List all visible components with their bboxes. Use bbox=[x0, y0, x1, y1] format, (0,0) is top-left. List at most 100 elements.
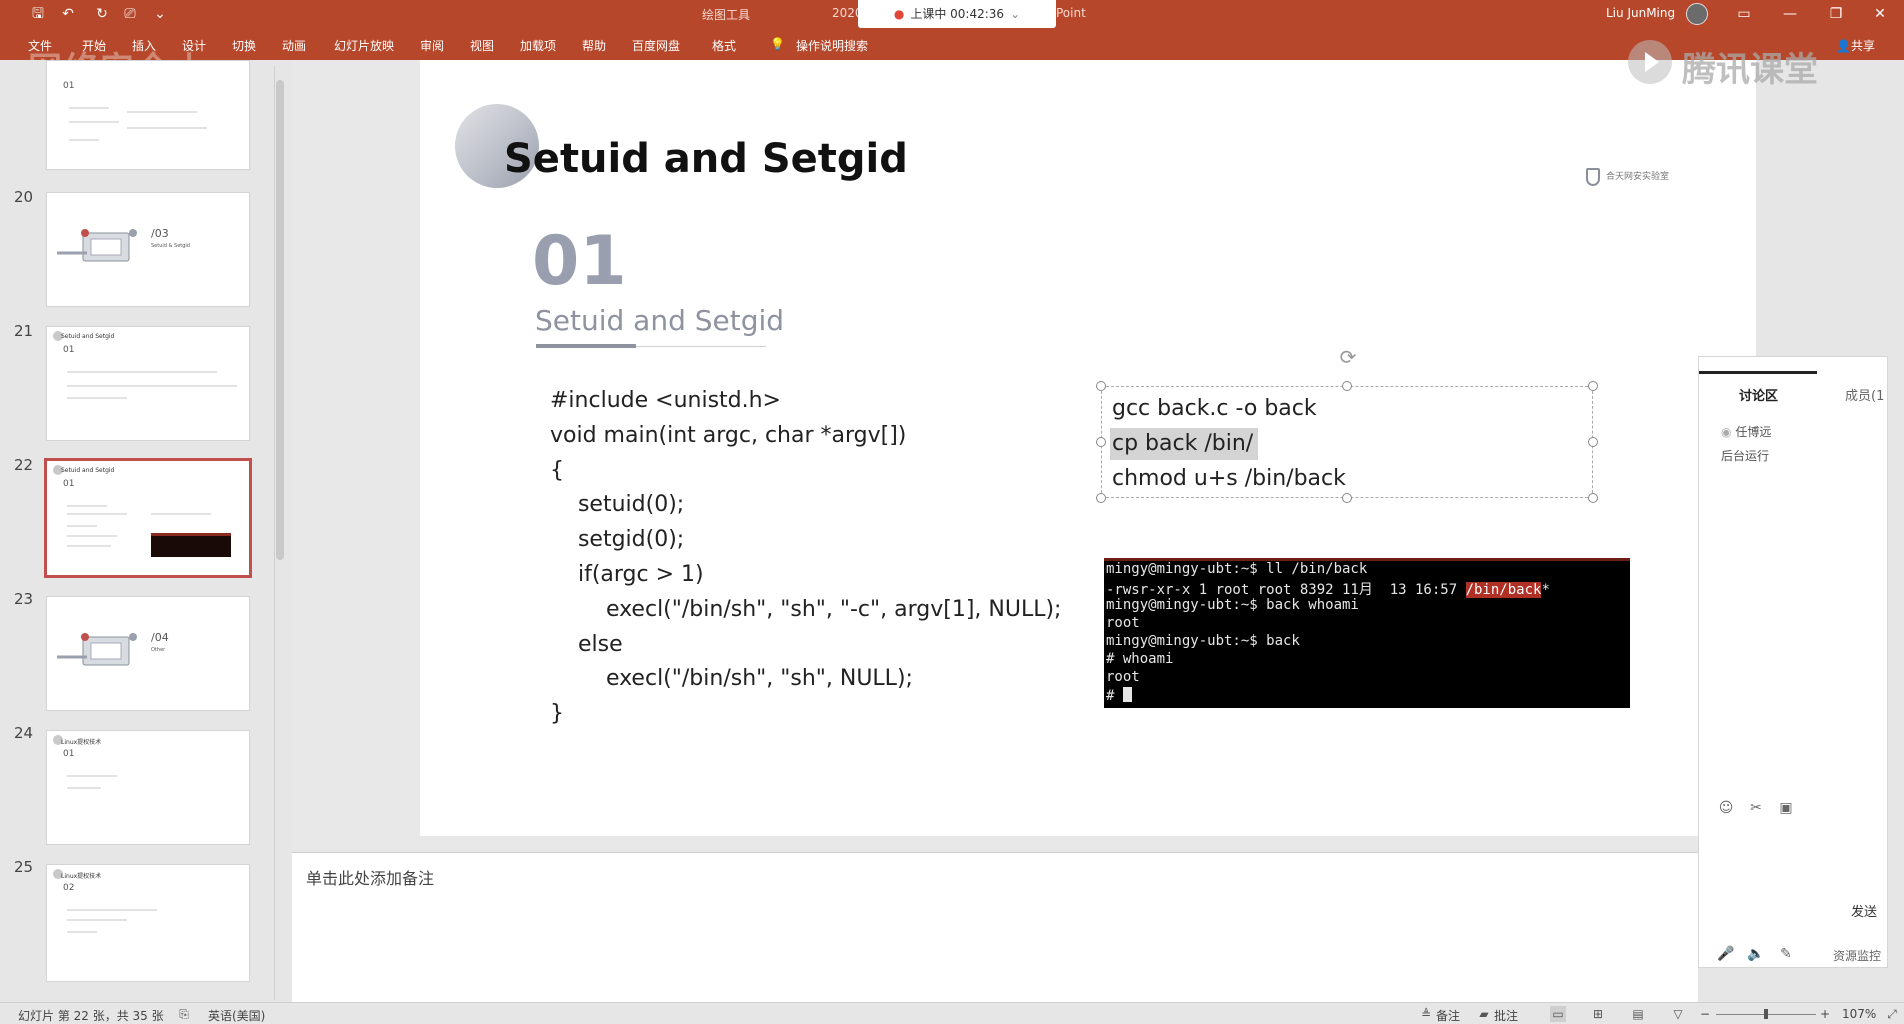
thumb-section-number: 02 bbox=[63, 883, 75, 893]
microphone-icon[interactable]: 🎤 bbox=[1717, 945, 1735, 963]
customize-qat-icon[interactable]: ⌄ bbox=[150, 4, 170, 24]
tab-format[interactable]: 格式 bbox=[712, 37, 736, 54]
tab-discussion[interactable]: 讨论区 bbox=[1739, 385, 1778, 404]
tab-slideshow[interactable]: 幻灯片放映 bbox=[334, 37, 394, 54]
slide-title[interactable]: Setuid and Setgid bbox=[504, 136, 908, 182]
thumb-caption: Other bbox=[151, 647, 166, 653]
thumbnail-scrollbar-thumb[interactable] bbox=[276, 80, 284, 560]
section-number[interactable]: 01 bbox=[532, 222, 627, 301]
zoom-in-button[interactable]: + bbox=[1820, 1007, 1830, 1021]
thumb-section-number: 01 bbox=[63, 479, 75, 489]
chevron-down-icon: ⌄ bbox=[1010, 7, 1021, 21]
thumb-text-line bbox=[67, 931, 97, 933]
maximize-button[interactable]: ❐ bbox=[1824, 2, 1848, 26]
terminal-ls-output: -rwsr-xr-x 1 root root 8392 11月 13 16:57 bbox=[1106, 582, 1466, 598]
slide-thumbnail-23[interactable]: /04 Other bbox=[46, 596, 250, 711]
slide-thumbnail-21[interactable]: Setuid and Setgid 01 bbox=[46, 326, 250, 441]
resize-handle[interactable] bbox=[1588, 381, 1598, 391]
command-line: gcc back.c -o back bbox=[1112, 396, 1317, 421]
ribbon-display-options-icon[interactable]: ▭ bbox=[1732, 2, 1756, 26]
scissors-icon[interactable]: ✂ bbox=[1747, 799, 1765, 817]
code-line: { bbox=[550, 458, 564, 483]
code-line: if(argc > 1) bbox=[550, 562, 704, 587]
comments-toggle[interactable]: 批注 bbox=[1494, 1007, 1518, 1024]
resize-handle[interactable] bbox=[1342, 381, 1352, 391]
present-from-start-icon[interactable]: ⎚ bbox=[120, 4, 140, 24]
thumb-text-line bbox=[67, 505, 107, 507]
message-user-name: 任博远 bbox=[1735, 425, 1772, 439]
minimize-button[interactable]: — bbox=[1778, 2, 1802, 26]
avatar[interactable] bbox=[1686, 3, 1708, 25]
resize-handle[interactable] bbox=[1096, 493, 1106, 503]
thumb-text-line bbox=[127, 127, 207, 129]
send-button[interactable]: 发送 bbox=[1851, 901, 1877, 920]
tab-baidu-netdisk[interactable]: 百度网盘 bbox=[632, 37, 680, 54]
share-button[interactable]: 👤共享 bbox=[1836, 37, 1875, 54]
image-icon[interactable]: ▣ bbox=[1777, 799, 1795, 817]
close-button[interactable]: ✕ bbox=[1868, 2, 1892, 26]
thumb-text-line bbox=[67, 909, 157, 911]
thumb-text-line bbox=[127, 111, 197, 113]
speaker-icon[interactable]: 🔈 bbox=[1747, 945, 1765, 963]
lab-logo: 合天网安实验室 bbox=[1586, 166, 1686, 190]
notes-pane[interactable]: 单击此处添加备注 bbox=[292, 852, 1698, 1002]
spellcheck-icon[interactable]: ⎘ bbox=[176, 1006, 192, 1022]
zoom-out-button[interactable]: − bbox=[1700, 1007, 1710, 1021]
undo-icon[interactable]: ↶ bbox=[58, 4, 78, 24]
contextual-tools-label: 绘图工具 bbox=[702, 8, 751, 22]
resource-monitor-link[interactable]: 资源监控 bbox=[1833, 947, 1881, 964]
terminal-line: mingy@mingy-ubt:~$ ll /bin/back bbox=[1106, 561, 1368, 577]
reading-view-icon[interactable]: ▤ bbox=[1630, 1006, 1646, 1022]
rotate-handle-icon[interactable]: ⟳ bbox=[1337, 346, 1359, 368]
fit-to-window-icon[interactable]: ⤢ bbox=[1884, 1006, 1900, 1022]
notes-toggle[interactable]: 备注 bbox=[1436, 1007, 1460, 1024]
language-indicator[interactable]: 英语(美国) bbox=[208, 1007, 265, 1024]
slideshow-icon[interactable]: ▽ bbox=[1670, 1006, 1686, 1022]
user-name[interactable]: Liu JunMing bbox=[1606, 6, 1675, 20]
tab-help[interactable]: 帮助 bbox=[582, 37, 606, 54]
resize-handle[interactable] bbox=[1342, 493, 1352, 503]
slide-thumbnail-24[interactable]: Linux提权技术 01 bbox=[46, 730, 250, 845]
tab-addins[interactable]: 加载项 bbox=[520, 37, 556, 54]
save-icon[interactable]: 🖫 bbox=[28, 4, 48, 24]
tab-view[interactable]: 视图 bbox=[470, 37, 494, 54]
tab-members[interactable]: 成员(1 bbox=[1845, 385, 1884, 404]
tell-me-search[interactable]: 操作说明搜索 bbox=[796, 37, 868, 54]
terminal-suffix: * bbox=[1541, 582, 1550, 598]
code-line: #include <unistd.h> bbox=[550, 388, 781, 413]
zoom-slider-thumb[interactable] bbox=[1764, 1009, 1768, 1019]
slide-thumbnail-19[interactable]: 01 bbox=[46, 60, 250, 170]
shield-icon bbox=[1586, 168, 1600, 186]
resize-handle[interactable] bbox=[1096, 437, 1106, 447]
zoom-level[interactable]: 107% bbox=[1842, 1007, 1876, 1021]
section-title[interactable]: Setuid and Setgid bbox=[535, 304, 784, 337]
terminal-prompt-line: # bbox=[1106, 687, 1132, 704]
resize-handle[interactable] bbox=[1096, 381, 1106, 391]
slide-thumbnail-22-selected[interactable]: Setuid and Setgid 01 bbox=[44, 458, 252, 578]
resize-handle[interactable] bbox=[1588, 437, 1598, 447]
terminal-line-ls: -rwsr-xr-x 1 root root 8392 11月 13 16:57… bbox=[1106, 579, 1550, 599]
tab-animations[interactable]: 动画 bbox=[282, 37, 306, 54]
terminal-prompt: # bbox=[1106, 688, 1123, 704]
pen-icon[interactable]: ✎ bbox=[1777, 945, 1795, 963]
slide-sorter-icon[interactable]: ⊞ bbox=[1590, 1006, 1606, 1022]
notes-icon: ≜ bbox=[1420, 1007, 1432, 1021]
emoji-icon[interactable]: ☺ bbox=[1717, 799, 1735, 817]
thumb-title: Setuid and Setgid bbox=[61, 333, 115, 340]
thumb-title: Linux提权技术 bbox=[61, 739, 102, 746]
thumb-text-line bbox=[67, 385, 237, 387]
normal-view-icon[interactable]: ▭ bbox=[1550, 1006, 1566, 1022]
terminal-screenshot[interactable]: mingy@mingy-ubt:~$ ll /bin/back -rwsr-xr… bbox=[1104, 558, 1630, 708]
live-class-timer[interactable]: ● 上课中 00:42:36 ⌄ bbox=[858, 0, 1056, 28]
thumb-section-number: 01 bbox=[63, 749, 75, 759]
thumb-text-line bbox=[67, 775, 117, 777]
terminal-line: mingy@mingy-ubt:~$ back whoami bbox=[1106, 597, 1359, 613]
resize-handle[interactable] bbox=[1588, 493, 1598, 503]
slide-thumbnail-20[interactable]: /03 Setuid & Setgid bbox=[46, 192, 250, 307]
lab-logo-text: 合天网安实验室 bbox=[1606, 172, 1670, 182]
status-bar: 幻灯片 第 22 张，共 35 张 ⎘ 英语(美国) ≜ 备注 ▰ 批注 ▭ ⊞… bbox=[0, 1002, 1904, 1024]
tab-review[interactable]: 审阅 bbox=[420, 37, 444, 54]
thumb-text-line bbox=[69, 107, 109, 109]
slide-thumbnail-25[interactable]: Linux提权技术 02 bbox=[46, 864, 250, 982]
redo-icon[interactable]: ↻ bbox=[92, 4, 112, 24]
